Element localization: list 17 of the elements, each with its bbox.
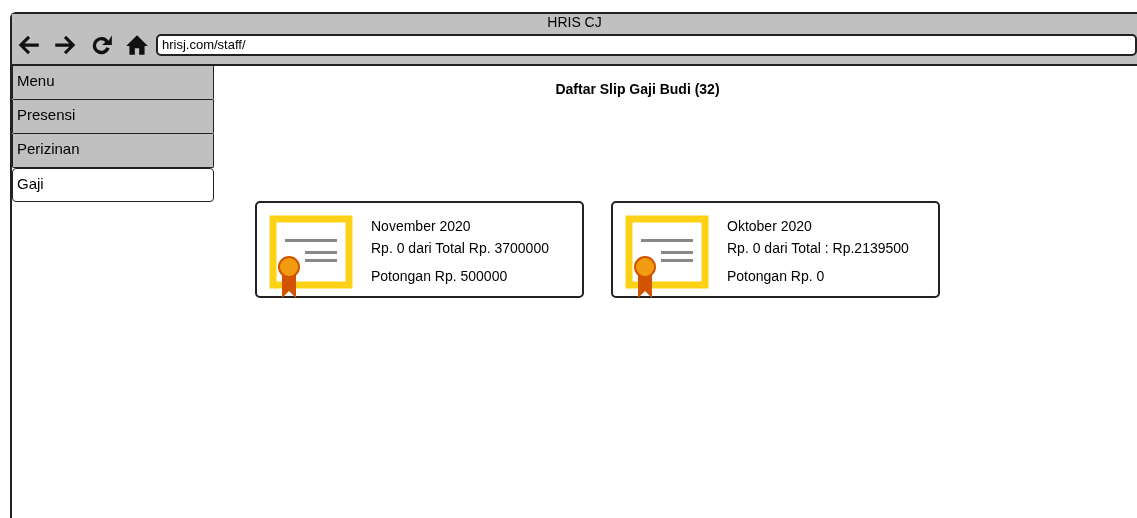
sidebar-item[interactable]: Perizinan bbox=[12, 134, 214, 168]
salary-slip-card[interactable]: November 2020 Rp. 0 dari Total Rp. 3700000 Potongan Rp. 500000 bbox=[255, 201, 584, 298]
slip-deduction: Potongan Rp. 500000 bbox=[371, 267, 509, 286]
certificate-icon bbox=[625, 215, 709, 299]
certificate-icon bbox=[269, 215, 353, 299]
slip-deduction: Potongan Rp. 0 bbox=[727, 267, 826, 286]
slip-amount: Rp. 0 dari Total Rp. 3700000 bbox=[371, 239, 549, 258]
sidebar-item[interactable]: Gaji bbox=[12, 168, 214, 202]
slip-period: November 2020 bbox=[371, 217, 472, 236]
address-field[interactable]: hrisj.com/staff/ bbox=[156, 34, 1137, 56]
sidebar-item[interactable]: Menu bbox=[12, 66, 214, 100]
page-title: Daftar Slip Gaji Budi (32) bbox=[554, 81, 721, 97]
sidebar-item[interactable]: Presensi bbox=[12, 100, 214, 134]
window-title: HRIS CJ bbox=[546, 14, 603, 30]
slip-period: Oktober 2020 bbox=[727, 217, 813, 236]
salary-slip-card[interactable]: Oktober 2020 Rp. 0 dari Total : Rp.2139500 Potongan Rp. 0 bbox=[611, 201, 940, 298]
slip-amount: Rp. 0 dari Total : Rp.2139500 bbox=[727, 239, 909, 258]
